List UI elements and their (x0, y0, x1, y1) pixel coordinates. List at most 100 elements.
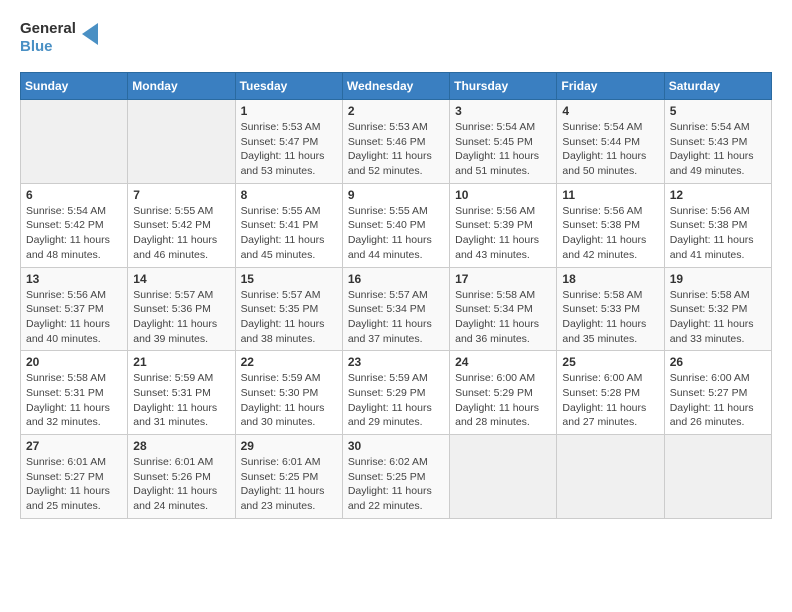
day-info: Sunrise: 6:01 AMSunset: 5:26 PMDaylight:… (133, 455, 229, 514)
calendar-cell: 2 Sunrise: 5:53 AMSunset: 5:46 PMDaylight… (342, 100, 449, 184)
page-header: GeneralBlue (20, 20, 772, 56)
calendar-table: SundayMondayTuesdayWednesdayThursdayFrid… (20, 72, 772, 519)
week-row-3: 13 Sunrise: 5:56 AMSunset: 5:37 PMDayligh… (21, 267, 772, 351)
day-info: Sunrise: 5:54 AMSunset: 5:45 PMDaylight:… (455, 120, 551, 179)
day-info: Sunrise: 6:02 AMSunset: 5:25 PMDaylight:… (348, 455, 444, 514)
calendar-cell: 5 Sunrise: 5:54 AMSunset: 5:43 PMDaylight… (664, 100, 771, 184)
calendar-cell: 29 Sunrise: 6:01 AMSunset: 5:25 PMDayligh… (235, 435, 342, 519)
day-number: 3 (455, 104, 551, 118)
calendar-cell: 24 Sunrise: 6:00 AMSunset: 5:29 PMDayligh… (450, 351, 557, 435)
day-number: 28 (133, 439, 229, 453)
day-number: 30 (348, 439, 444, 453)
day-of-week-friday: Friday (557, 73, 664, 100)
day-number: 10 (455, 188, 551, 202)
day-info: Sunrise: 6:01 AMSunset: 5:25 PMDaylight:… (241, 455, 337, 514)
calendar-cell: 30 Sunrise: 6:02 AMSunset: 5:25 PMDayligh… (342, 435, 449, 519)
day-number: 16 (348, 272, 444, 286)
calendar-cell: 14 Sunrise: 5:57 AMSunset: 5:36 PMDayligh… (128, 267, 235, 351)
day-info: Sunrise: 6:00 AMSunset: 5:28 PMDaylight:… (562, 371, 658, 430)
day-number: 5 (670, 104, 766, 118)
day-number: 24 (455, 355, 551, 369)
day-info: Sunrise: 5:56 AMSunset: 5:37 PMDaylight:… (26, 288, 122, 347)
day-info: Sunrise: 5:58 AMSunset: 5:31 PMDaylight:… (26, 371, 122, 430)
day-info: Sunrise: 5:56 AMSunset: 5:38 PMDaylight:… (670, 204, 766, 263)
calendar-cell: 17Sunrise: 5:58 AMSunset: 5:34 PMDayligh… (450, 267, 557, 351)
day-number: 20 (26, 355, 122, 369)
day-of-week-wednesday: Wednesday (342, 73, 449, 100)
day-info: Sunrise: 5:53 AMSunset: 5:47 PMDaylight:… (241, 120, 337, 179)
day-of-week-sunday: Sunday (21, 73, 128, 100)
day-number: 1 (241, 104, 337, 118)
day-info: Sunrise: 5:55 AMSunset: 5:41 PMDaylight:… (241, 204, 337, 263)
day-number: 25 (562, 355, 658, 369)
calendar-cell: 1 Sunrise: 5:53 AMSunset: 5:47 PMDaylight… (235, 100, 342, 184)
day-info: Sunrise: 5:58 AMSunset: 5:33 PMDaylight:… (562, 288, 658, 347)
logo-text: GeneralBlue (20, 20, 76, 56)
day-of-week-saturday: Saturday (664, 73, 771, 100)
week-row-1: 1 Sunrise: 5:53 AMSunset: 5:47 PMDaylight… (21, 100, 772, 184)
calendar-cell: 13 Sunrise: 5:56 AMSunset: 5:37 PMDayligh… (21, 267, 128, 351)
day-info: Sunrise: 5:59 AMSunset: 5:31 PMDaylight:… (133, 371, 229, 430)
day-number: 13 (26, 272, 122, 286)
calendar-cell: 25 Sunrise: 6:00 AMSunset: 5:28 PMDayligh… (557, 351, 664, 435)
calendar-cell: 12 Sunrise: 5:56 AMSunset: 5:38 PMDayligh… (664, 183, 771, 267)
day-info: Sunrise: 5:58 AMSunset: 5:32 PMDaylight:… (670, 288, 766, 347)
day-number: 21 (133, 355, 229, 369)
day-number: 26 (670, 355, 766, 369)
day-info: Sunrise: 5:57 AMSunset: 5:35 PMDaylight:… (241, 288, 337, 347)
day-number: 29 (241, 439, 337, 453)
calendar-cell: 23Sunrise: 5:59 AMSunset: 5:29 PMDayligh… (342, 351, 449, 435)
day-of-week-tuesday: Tuesday (235, 73, 342, 100)
calendar-cell: 18 Sunrise: 5:58 AMSunset: 5:33 PMDayligh… (557, 267, 664, 351)
calendar-cell (664, 435, 771, 519)
day-number: 4 (562, 104, 658, 118)
day-info: Sunrise: 5:58 AMSunset: 5:34 PMDaylight:… (455, 288, 551, 347)
calendar-cell: 21 Sunrise: 5:59 AMSunset: 5:31 PMDayligh… (128, 351, 235, 435)
day-info: Sunrise: 5:54 AMSunset: 5:43 PMDaylight:… (670, 120, 766, 179)
calendar-cell: 19 Sunrise: 5:58 AMSunset: 5:32 PMDayligh… (664, 267, 771, 351)
calendar-cell: 15 Sunrise: 5:57 AMSunset: 5:35 PMDayligh… (235, 267, 342, 351)
day-info: Sunrise: 5:53 AMSunset: 5:46 PMDaylight:… (348, 120, 444, 179)
calendar-cell: 22Sunrise: 5:59 AMSunset: 5:30 PMDayligh… (235, 351, 342, 435)
day-info: Sunrise: 6:01 AMSunset: 5:27 PMDaylight:… (26, 455, 122, 514)
calendar-cell: 26Sunrise: 6:00 AMSunset: 5:27 PMDayligh… (664, 351, 771, 435)
day-number: 14 (133, 272, 229, 286)
day-info: Sunrise: 5:54 AMSunset: 5:44 PMDaylight:… (562, 120, 658, 179)
day-of-week-thursday: Thursday (450, 73, 557, 100)
day-number: 2 (348, 104, 444, 118)
calendar-cell (21, 100, 128, 184)
day-number: 11 (562, 188, 658, 202)
day-number: 15 (241, 272, 337, 286)
calendar-cell: 7Sunrise: 5:55 AMSunset: 5:42 PMDaylight… (128, 183, 235, 267)
day-number: 18 (562, 272, 658, 286)
day-info: Sunrise: 5:54 AMSunset: 5:42 PMDaylight:… (26, 204, 122, 263)
calendar-cell: 3 Sunrise: 5:54 AMSunset: 5:45 PMDaylight… (450, 100, 557, 184)
day-number: 23 (348, 355, 444, 369)
day-info: Sunrise: 5:55 AMSunset: 5:42 PMDaylight:… (133, 204, 229, 263)
calendar-cell (557, 435, 664, 519)
week-row-5: 27Sunrise: 6:01 AMSunset: 5:27 PMDayligh… (21, 435, 772, 519)
week-row-2: 6Sunrise: 5:54 AMSunset: 5:42 PMDaylight… (21, 183, 772, 267)
calendar-cell: 20 Sunrise: 5:58 AMSunset: 5:31 PMDayligh… (21, 351, 128, 435)
logo: GeneralBlue (20, 20, 104, 56)
day-info: Sunrise: 5:55 AMSunset: 5:40 PMDaylight:… (348, 204, 444, 263)
day-number: 9 (348, 188, 444, 202)
calendar-cell: 8 Sunrise: 5:55 AMSunset: 5:41 PMDaylight… (235, 183, 342, 267)
day-info: Sunrise: 5:57 AMSunset: 5:36 PMDaylight:… (133, 288, 229, 347)
calendar-header-row: SundayMondayTuesdayWednesdayThursdayFrid… (21, 73, 772, 100)
calendar-cell (128, 100, 235, 184)
calendar-cell: 28 Sunrise: 6:01 AMSunset: 5:26 PMDayligh… (128, 435, 235, 519)
calendar-cell: 27Sunrise: 6:01 AMSunset: 5:27 PMDayligh… (21, 435, 128, 519)
day-number: 8 (241, 188, 337, 202)
calendar-cell: 10Sunrise: 5:56 AMSunset: 5:39 PMDayligh… (450, 183, 557, 267)
day-info: Sunrise: 6:00 AMSunset: 5:29 PMDaylight:… (455, 371, 551, 430)
day-number: 12 (670, 188, 766, 202)
day-info: Sunrise: 5:59 AMSunset: 5:30 PMDaylight:… (241, 371, 337, 430)
calendar-cell: 4 Sunrise: 5:54 AMSunset: 5:44 PMDaylight… (557, 100, 664, 184)
calendar-cell: 16Sunrise: 5:57 AMSunset: 5:34 PMDayligh… (342, 267, 449, 351)
calendar-cell: 11 Sunrise: 5:56 AMSunset: 5:38 PMDayligh… (557, 183, 664, 267)
calendar-cell: 9 Sunrise: 5:55 AMSunset: 5:40 PMDaylight… (342, 183, 449, 267)
day-number: 19 (670, 272, 766, 286)
day-info: Sunrise: 5:56 AMSunset: 5:38 PMDaylight:… (562, 204, 658, 263)
week-row-4: 20 Sunrise: 5:58 AMSunset: 5:31 PMDayligh… (21, 351, 772, 435)
